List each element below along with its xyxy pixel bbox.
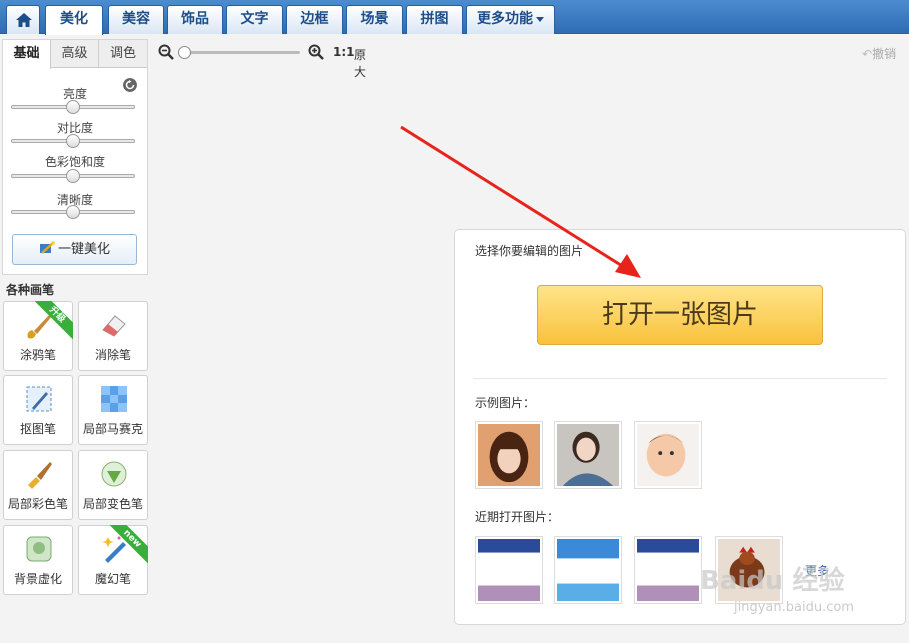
tool-label: 消除笔 <box>94 348 131 362</box>
baby-portrait-image <box>637 424 699 486</box>
saturation-label: 色彩饱和度 <box>44 155 105 169</box>
bokeh-image <box>637 539 699 601</box>
undo-button[interactable]: ↶撤销 <box>862 45 896 62</box>
new-badge: new <box>110 525 148 563</box>
subtab-color[interactable]: 调色 <box>99 40 147 68</box>
zoom-ratio-button[interactable]: 1:1 <box>333 45 355 59</box>
zoom-slider-knob[interactable] <box>178 46 191 59</box>
tab-more-features[interactable]: 更多功能 <box>466 5 555 34</box>
one-click-beautify-label: 一键美化 <box>57 242 110 257</box>
sharpness-knob[interactable] <box>66 205 80 219</box>
subtab-advanced[interactable]: 高级 <box>51 40 99 68</box>
choose-image-label: 选择你要编辑的图片 <box>475 244 584 258</box>
tab-frame[interactable]: 边框 <box>286 5 343 34</box>
original-size-button[interactable]: 原大 <box>354 46 366 80</box>
recent-image-2[interactable] <box>554 536 622 604</box>
brightness-knob[interactable] <box>66 100 80 114</box>
divider <box>473 378 887 379</box>
watermark-logo: Baidu 经验 <box>700 566 845 596</box>
saturation-slider[interactable] <box>11 169 135 183</box>
recent-image-1[interactable] <box>475 536 543 604</box>
tab-home[interactable] <box>6 5 40 34</box>
tool-mosaic[interactable]: 局部马赛克 <box>78 375 148 445</box>
tab-beautify[interactable]: 美化 <box>45 5 103 35</box>
more-features-label: 更多功能 <box>477 11 533 27</box>
undo-label: 撤销 <box>872 47 897 61</box>
tab-text[interactable]: 文字 <box>226 5 283 34</box>
tab-scene[interactable]: 场景 <box>346 5 403 34</box>
bokeh-image <box>478 539 540 601</box>
sky-sunburst-image <box>557 539 619 601</box>
tool-label: 涂鸦笔 <box>19 348 56 362</box>
tool-label: 局部变色笔 <box>82 497 143 511</box>
example-image-3[interactable] <box>634 421 702 489</box>
tool-color-brush[interactable]: 局部彩色笔 <box>3 450 73 520</box>
subtab-basic[interactable]: 基础 <box>3 40 51 69</box>
home-icon <box>16 13 32 27</box>
recent-image-3[interactable] <box>634 536 702 604</box>
undo-icon: ↶ <box>862 47 873 61</box>
cutout-pen-icon <box>26 386 52 412</box>
top-nav: 美化 美容 饰品 文字 边框 场景 拼图 更多功能 <box>0 0 909 35</box>
contrast-knob[interactable] <box>66 134 80 148</box>
tool-label: 魔幻笔 <box>94 572 131 586</box>
recent-images-label: 近期打开图片： <box>475 510 560 524</box>
tool-label: 局部马赛克 <box>82 422 143 436</box>
upgrade-badge: 升级 <box>35 301 73 339</box>
recolor-icon <box>101 461 127 487</box>
adjust-subtabs: 基础 高级 调色 <box>3 40 147 69</box>
eraser-icon <box>102 315 126 337</box>
tab-accessories[interactable]: 饰品 <box>167 5 223 34</box>
tool-recolor-pen[interactable]: 局部变色笔 <box>78 450 148 520</box>
zoom-out-icon[interactable] <box>158 44 174 60</box>
tool-doodle-pen[interactable]: 升级 涂鸦笔 <box>3 301 73 371</box>
brightness-slider[interactable] <box>11 100 135 114</box>
zoom-slider[interactable] <box>178 46 300 59</box>
tab-collage[interactable]: 拼图 <box>406 5 463 34</box>
wand-icon <box>39 241 55 254</box>
portrait-woman-bangs-image <box>478 424 540 486</box>
contrast-slider[interactable] <box>11 134 135 148</box>
adjust-panel: 基础 高级 调色 亮度 对比度 色彩饱和度 清晰度 一键美化 <box>2 39 148 275</box>
mosaic-icon <box>101 386 127 412</box>
tool-magic-pen[interactable]: new 魔幻笔 <box>78 525 148 595</box>
tab-beauty[interactable]: 美容 <box>108 5 164 34</box>
tool-eraser-pen[interactable]: 消除笔 <box>78 301 148 371</box>
one-click-beautify-button[interactable]: 一键美化 <box>12 234 137 265</box>
saturation-knob[interactable] <box>66 169 80 183</box>
tool-label: 局部彩色笔 <box>7 497 68 511</box>
sharpness-slider[interactable] <box>11 205 135 219</box>
examples-label: 示例图片： <box>475 396 536 410</box>
open-image-button[interactable]: 打开一张图片 <box>537 285 823 345</box>
tool-label: 背景虚化 <box>13 572 62 586</box>
tool-background-blur[interactable]: 背景虚化 <box>3 525 73 595</box>
tool-cutout-pen[interactable]: 抠图笔 <box>3 375 73 445</box>
color-brush-icon <box>28 462 52 489</box>
watermark-url: jingyan.baidu.com <box>734 600 854 615</box>
chevron-down-icon <box>536 16 544 22</box>
example-image-2[interactable] <box>554 421 622 489</box>
brush-section-title: 各种画笔 <box>6 283 55 297</box>
zoom-in-icon[interactable] <box>308 44 324 60</box>
tool-label: 抠图笔 <box>19 422 56 436</box>
example-image-1[interactable] <box>475 421 543 489</box>
portrait-woman-denim-image <box>557 424 619 486</box>
blur-icon <box>26 536 52 562</box>
